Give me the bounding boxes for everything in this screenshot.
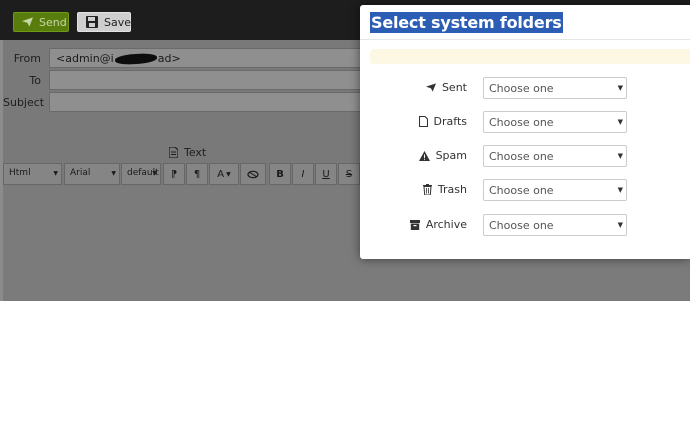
warning-icon <box>418 150 430 161</box>
archive-icon <box>409 219 420 230</box>
folder-row-trash: Trash Choose one ▼ <box>360 179 690 201</box>
caret-down-icon: ▼ <box>152 170 157 177</box>
trash-folder-select[interactable]: Choose one ▼ <box>483 179 627 201</box>
drafts-label: Drafts <box>433 115 467 128</box>
underline-button[interactable]: U <box>315 163 337 185</box>
paragraph-button[interactable]: ⁋ <box>163 163 185 185</box>
sent-label-group: Sent <box>425 81 467 94</box>
remove-format-button[interactable] <box>240 163 266 185</box>
text-tab-label: Text <box>184 146 207 159</box>
dialog-alert <box>370 49 690 64</box>
caret-down-icon: ▼ <box>617 84 623 92</box>
format-select-value: Html <box>9 168 31 178</box>
italic-button[interactable]: I <box>292 163 314 185</box>
spam-select-value: Choose one <box>489 150 554 163</box>
folder-row-drafts: Drafts Choose one ▼ <box>360 111 690 133</box>
sent-select-value: Choose one <box>489 82 554 95</box>
from-value-start: <admin@i <box>56 52 114 65</box>
file-icon <box>418 116 428 127</box>
sent-label: Sent <box>441 81 467 94</box>
redaction-scribble <box>114 52 158 66</box>
caret-down-icon: ▼ <box>617 186 623 194</box>
to-label: To <box>29 74 41 87</box>
save-button[interactable]: Save <box>77 12 131 32</box>
dialog-divider <box>360 39 690 40</box>
spam-label: Spam <box>435 149 467 162</box>
pilcrow-button[interactable]: ¶ <box>186 163 208 185</box>
caret-down-icon: ▼ <box>617 118 623 126</box>
font-select[interactable]: Arial ▼ <box>64 163 120 185</box>
from-value-end: ad> <box>157 52 181 65</box>
caret-down-icon: ▼ <box>111 170 116 177</box>
font-color-button[interactable]: A ▼ <box>209 163 239 185</box>
archive-label-group: Archive <box>409 218 467 231</box>
bold-button[interactable]: B <box>269 163 291 185</box>
archive-select-value: Choose one <box>489 219 554 232</box>
send-button-label: Send <box>39 15 67 29</box>
folder-row-archive: Archive Choose one ▼ <box>360 214 690 236</box>
trash-label: Trash <box>437 183 467 196</box>
caret-down-icon: ▼ <box>617 152 623 160</box>
floppy-disk-icon <box>86 16 98 28</box>
trash-select-value: Choose one <box>489 184 554 197</box>
font-select-value: Arial <box>70 168 91 178</box>
spam-label-group: Spam <box>418 149 467 162</box>
archive-label: Archive <box>425 218 467 231</box>
drafts-folder-select[interactable]: Choose one ▼ <box>483 111 627 133</box>
folder-row-sent: Sent Choose one ▼ <box>360 77 690 99</box>
paper-plane-icon <box>425 83 436 92</box>
spam-folder-select[interactable]: Choose one ▼ <box>483 145 627 167</box>
dialog-title: Select system folders <box>370 12 563 33</box>
system-folders-dialog: Select system folders Sent Choose one ▼ D… <box>360 5 690 259</box>
drafts-select-value: Choose one <box>489 116 554 129</box>
strikethrough-button[interactable]: S <box>338 163 360 185</box>
trash-icon <box>422 184 432 195</box>
send-button[interactable]: Send <box>13 12 69 32</box>
eraser-icon <box>247 170 259 179</box>
sent-folder-select[interactable]: Choose one ▼ <box>483 77 627 99</box>
save-button-label: Save <box>104 15 132 29</box>
caret-down-icon: ▼ <box>617 221 623 229</box>
drafts-label-group: Drafts <box>418 115 467 128</box>
archive-folder-select[interactable]: Choose one ▼ <box>483 214 627 236</box>
trash-label-group: Trash <box>422 183 467 196</box>
size-select[interactable]: default ▼ <box>121 163 161 185</box>
format-select[interactable]: Html ▼ <box>3 163 62 185</box>
from-label: From <box>13 52 41 65</box>
file-text-icon <box>169 147 178 158</box>
font-color-label: A <box>217 168 225 180</box>
caret-down-icon: ▼ <box>53 170 58 177</box>
paper-plane-icon <box>22 17 33 27</box>
caret-down-icon: ▼ <box>226 170 231 178</box>
subject-label: Subject <box>3 96 45 109</box>
text-tab[interactable]: Text <box>169 146 206 159</box>
folder-row-spam: Spam Choose one ▼ <box>360 145 690 167</box>
